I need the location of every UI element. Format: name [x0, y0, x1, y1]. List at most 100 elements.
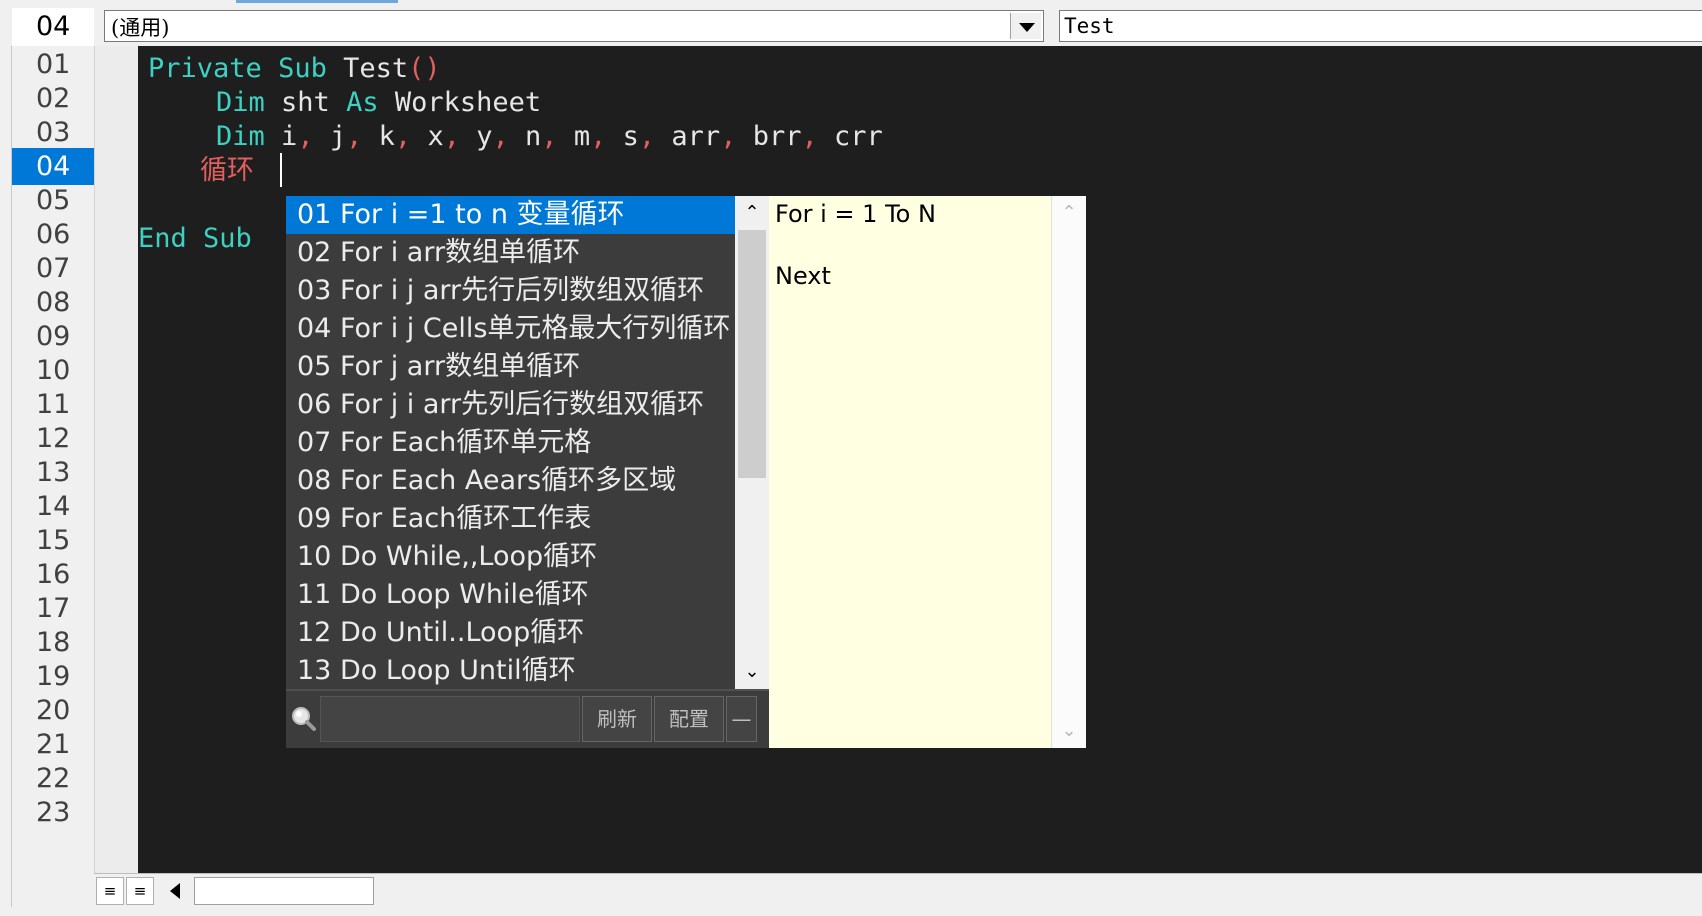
line-number: 03	[36, 117, 71, 148]
autocomplete-item[interactable]: 03 For i j arr先行后列数组双循环	[286, 272, 735, 310]
chevron-down-icon[interactable]	[1010, 13, 1041, 39]
chevron-down-icon[interactable]: ⌄	[735, 655, 769, 689]
line-number: 12	[36, 423, 71, 454]
autocomplete-item[interactable]: 04 For i j Cells单元格最大行列循环	[286, 310, 735, 348]
separator: ,	[394, 121, 412, 152]
separator: ,	[801, 121, 818, 152]
refresh-button[interactable]: 刷新	[582, 696, 652, 742]
object-combo[interactable]: (通用)	[104, 10, 1044, 42]
config-button[interactable]: 配置	[654, 696, 724, 742]
procedure-name: Test	[343, 53, 409, 84]
line-number: 06	[36, 219, 71, 250]
keyword: End	[138, 223, 187, 254]
autocomplete-item[interactable]: 13 Do Loop Until循环	[286, 652, 735, 690]
identifier: j	[329, 121, 347, 152]
code-line-6: End Sub	[138, 220, 252, 257]
chevron-down-icon[interactable]: ⌄	[1052, 714, 1086, 748]
autocomplete-item[interactable]: 09 For Each循环工作表	[286, 500, 735, 538]
line-number: 13	[36, 457, 71, 488]
separator: ,	[346, 121, 363, 152]
autocomplete-item[interactable]: 10 Do While,,Loop循环	[286, 538, 735, 576]
line-number: 21	[36, 729, 71, 760]
line-number: 17	[36, 593, 71, 624]
line-number: 18	[36, 627, 71, 658]
line-number-active: 04	[12, 148, 94, 185]
indicator-margin[interactable]	[94, 46, 138, 873]
keyword: Sub	[203, 223, 252, 254]
line-number: 09	[36, 321, 71, 352]
scrollbar-thumb[interactable]	[194, 877, 374, 905]
autocomplete-item[interactable]: 08 For Each Aears循环多区域	[286, 462, 735, 500]
autocomplete-item[interactable]: 07 For Each循环单元格	[286, 424, 735, 462]
separator: ,	[443, 121, 460, 152]
line-number: 15	[36, 525, 71, 556]
procedure-view-icon[interactable]: ≡	[96, 877, 124, 905]
autocomplete-item[interactable]: 02 For i arr数组单循环	[286, 234, 735, 272]
separator: ,	[492, 121, 509, 152]
identifier: crr	[834, 121, 883, 152]
text-caret	[280, 153, 282, 187]
type-name: Worksheet	[394, 87, 542, 118]
keyword: Dim	[216, 121, 265, 152]
snippet-preview: For i = 1 To N Next	[769, 196, 1051, 748]
line-number: 22	[36, 763, 71, 794]
chevron-up-icon[interactable]: ⌃	[1052, 196, 1086, 230]
line-number: 14	[36, 491, 71, 522]
autocomplete-list[interactable]: 01 For i =1 to n 变量循环 02 For i arr数组单循环 …	[286, 196, 735, 689]
separator: ,	[590, 121, 607, 152]
separator: ,	[297, 121, 314, 152]
keyword: Private	[148, 53, 262, 84]
parentheses: ()	[408, 53, 441, 84]
line-number: 05	[36, 185, 71, 216]
autocomplete-item[interactable]: 12 Do Until..Loop循环	[286, 614, 735, 652]
identifier: sht	[281, 87, 330, 118]
keyword: As	[346, 87, 379, 118]
identifier: n	[525, 121, 542, 152]
line-number: 01	[36, 49, 71, 80]
keyword: Dim	[216, 87, 265, 118]
procedure-combo-value: Test	[1064, 14, 1115, 38]
full-module-view-icon[interactable]: ≡	[126, 877, 154, 905]
keyword: Sub	[278, 53, 327, 84]
code-line-3: Dim i, j, k, x, y, n, m, s, arr, brr, cr…	[216, 118, 883, 155]
search-input[interactable]	[320, 696, 580, 742]
identifier: i	[281, 121, 298, 152]
chevron-up-icon[interactable]: ⌃	[735, 196, 769, 230]
collapse-button[interactable]: —	[726, 696, 757, 742]
autocomplete-item-selected[interactable]: 01 For i =1 to n 变量循环	[286, 196, 735, 234]
line-number-gutter: 01 02 03 04 05 06 07 08 09 10 11 12 13 1…	[12, 46, 94, 916]
object-combo-value: (通用)	[111, 16, 170, 40]
line-number: 10	[36, 355, 71, 386]
code-line-1: Private Sub Test()	[148, 50, 441, 87]
autocomplete-footer: 刷新 配置 —	[286, 689, 769, 748]
line-number: 02	[36, 83, 71, 114]
code-line-4: 循环	[200, 152, 254, 189]
line-number: 08	[36, 287, 71, 318]
identifier: k	[378, 121, 395, 152]
search-icon	[292, 707, 316, 731]
line-number: 19	[36, 661, 71, 692]
procedure-combo[interactable]: Test	[1059, 10, 1702, 42]
code-line-2: Dim sht As Worksheet	[216, 84, 541, 121]
autocomplete-item[interactable]: 05 For j arr数组单循环	[286, 348, 735, 386]
separator: ,	[638, 121, 656, 152]
line-number: 07	[36, 253, 71, 284]
typed-text: 循环	[200, 155, 254, 186]
autocomplete-item[interactable]: 06 For j i arr先列后行数组双循环	[286, 386, 735, 424]
identifier: x	[427, 121, 444, 152]
horizontal-scrollbar[interactable]: ≡ ≡	[94, 873, 1702, 907]
preview-scrollbar[interactable]: ⌃ ⌄	[1051, 196, 1086, 748]
identifier: m	[573, 121, 591, 152]
line-number: 23	[36, 797, 71, 828]
scrollbar-thumb[interactable]	[738, 230, 766, 478]
line-number: 20	[36, 695, 71, 726]
arrow-left-icon[interactable]	[162, 877, 192, 905]
separator: ,	[541, 121, 558, 152]
identifier: brr	[752, 121, 802, 152]
identifier: y	[476, 121, 493, 152]
autocomplete-item[interactable]: 11 Do Loop While循环	[286, 576, 735, 614]
autocomplete-scrollbar[interactable]: ⌃ ⌄	[735, 196, 769, 689]
identifier: s	[622, 121, 639, 152]
line-number: 11	[36, 389, 71, 420]
bottom-edge	[0, 907, 1702, 916]
